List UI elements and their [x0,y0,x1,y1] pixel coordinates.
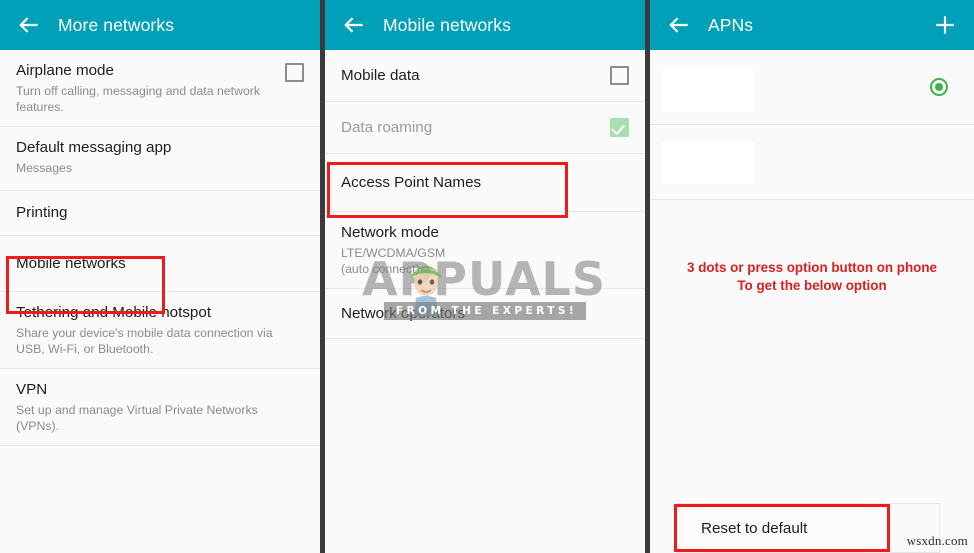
list-item-network-operators[interactable]: Network operators [325,289,645,339]
list-item-title: VPN [16,381,48,398]
list-item-access-point-names[interactable]: Access Point Names [325,154,645,212]
appbar-more-networks: More networks [0,0,320,50]
list-item-data-roaming[interactable]: Data roaming [325,102,645,154]
appbar-apns: APNs [650,0,974,50]
apn-name-redaction [662,68,754,112]
list-item-title: Airplane mode [16,62,114,79]
panel-divider [320,0,325,553]
appbar-title: More networks [58,14,175,35]
apn-hint-line-2: To get the below option [737,278,887,293]
settings-list-more-networks: Airplane mode Turn off calling, messagin… [0,50,320,446]
checkbox-unchecked-icon [285,63,304,82]
menu-item-label: Reset to default [701,519,808,537]
apn-hint-line-1: 3 dots or press option button on phone [687,260,937,275]
list-item-title: Network operators [341,304,466,322]
appbar-title: Mobile networks [383,14,511,35]
list-item-title: Printing [16,204,68,221]
plus-icon[interactable] [932,12,958,38]
list-item-default-messaging-app[interactable]: Default messaging app Messages [0,127,320,191]
data-roaming-checkbox [610,118,629,137]
list-item-mobile-data[interactable]: Mobile data [325,50,645,102]
list-item-network-mode[interactable]: Network mode LTE/WCDMA/GSM (auto connect… [325,212,645,289]
menu-item-reset-to-default[interactable]: Reset to default [683,508,893,548]
list-item-subtitle: LTE/WCDMA/GSM (auto connect) [341,246,446,276]
list-item-title: Data roaming [341,118,433,136]
airplane-mode-checkbox[interactable] [285,61,304,82]
list-item-subtitle: Turn off calling, messaging and data net… [16,84,261,114]
list-item-vpn[interactable]: VPN Set up and manage Virtual Private Ne… [0,369,320,446]
list-item-title: Mobile data [341,66,420,84]
list-item-title: Network mode [341,224,439,241]
radio-selected-icon [930,78,948,96]
panel-divider [645,0,650,553]
apn-name-redaction [662,142,754,184]
settings-list-mobile-networks: Mobile data Data roaming Access Point Na… [325,50,645,339]
list-item-subtitle: Set up and manage Virtual Private Networ… [16,403,258,433]
mobile-data-checkbox[interactable] [610,66,629,85]
list-item-airplane-mode[interactable]: Airplane mode Turn off calling, messagin… [0,50,320,127]
list-item-subtitle: Messages [16,161,73,175]
list-item-mobile-networks[interactable]: Mobile networks [0,236,320,292]
list-item-tethering-hotspot[interactable]: Tethering and Mobile hotspot Share your … [0,292,320,369]
list-item-title: Access Point Names [341,173,482,191]
list-item-subtitle: Share your device's mobile data connecti… [16,326,273,356]
list-item-title: Mobile networks [16,254,126,272]
panel-mobile-networks: Mobile networks Mobile data Data roaming [325,0,645,553]
back-arrow-icon[interactable] [666,12,692,38]
checkbox-checked-icon [610,118,629,137]
back-arrow-icon[interactable] [16,12,42,38]
back-arrow-icon[interactable] [341,12,367,38]
list-item-printing[interactable]: Printing [0,191,320,236]
appbar-title: APNs [708,14,754,35]
list-item-title: Default messaging app [16,139,172,156]
screenshot-root: More networks Airplane mode Turn off cal… [0,0,974,553]
panel-more-networks: More networks Airplane mode Turn off cal… [0,0,320,553]
panel-apns: APNs 3 dots or press option button on ph… [650,0,974,553]
appbar-mobile-networks: Mobile networks [325,0,645,50]
checkbox-unchecked-icon [610,66,629,85]
watermark-site-url: wsxdn.com [906,533,968,548]
apn-radio-selected[interactable] [930,78,948,96]
list-item-title: Tethering and Mobile hotspot [16,304,212,321]
